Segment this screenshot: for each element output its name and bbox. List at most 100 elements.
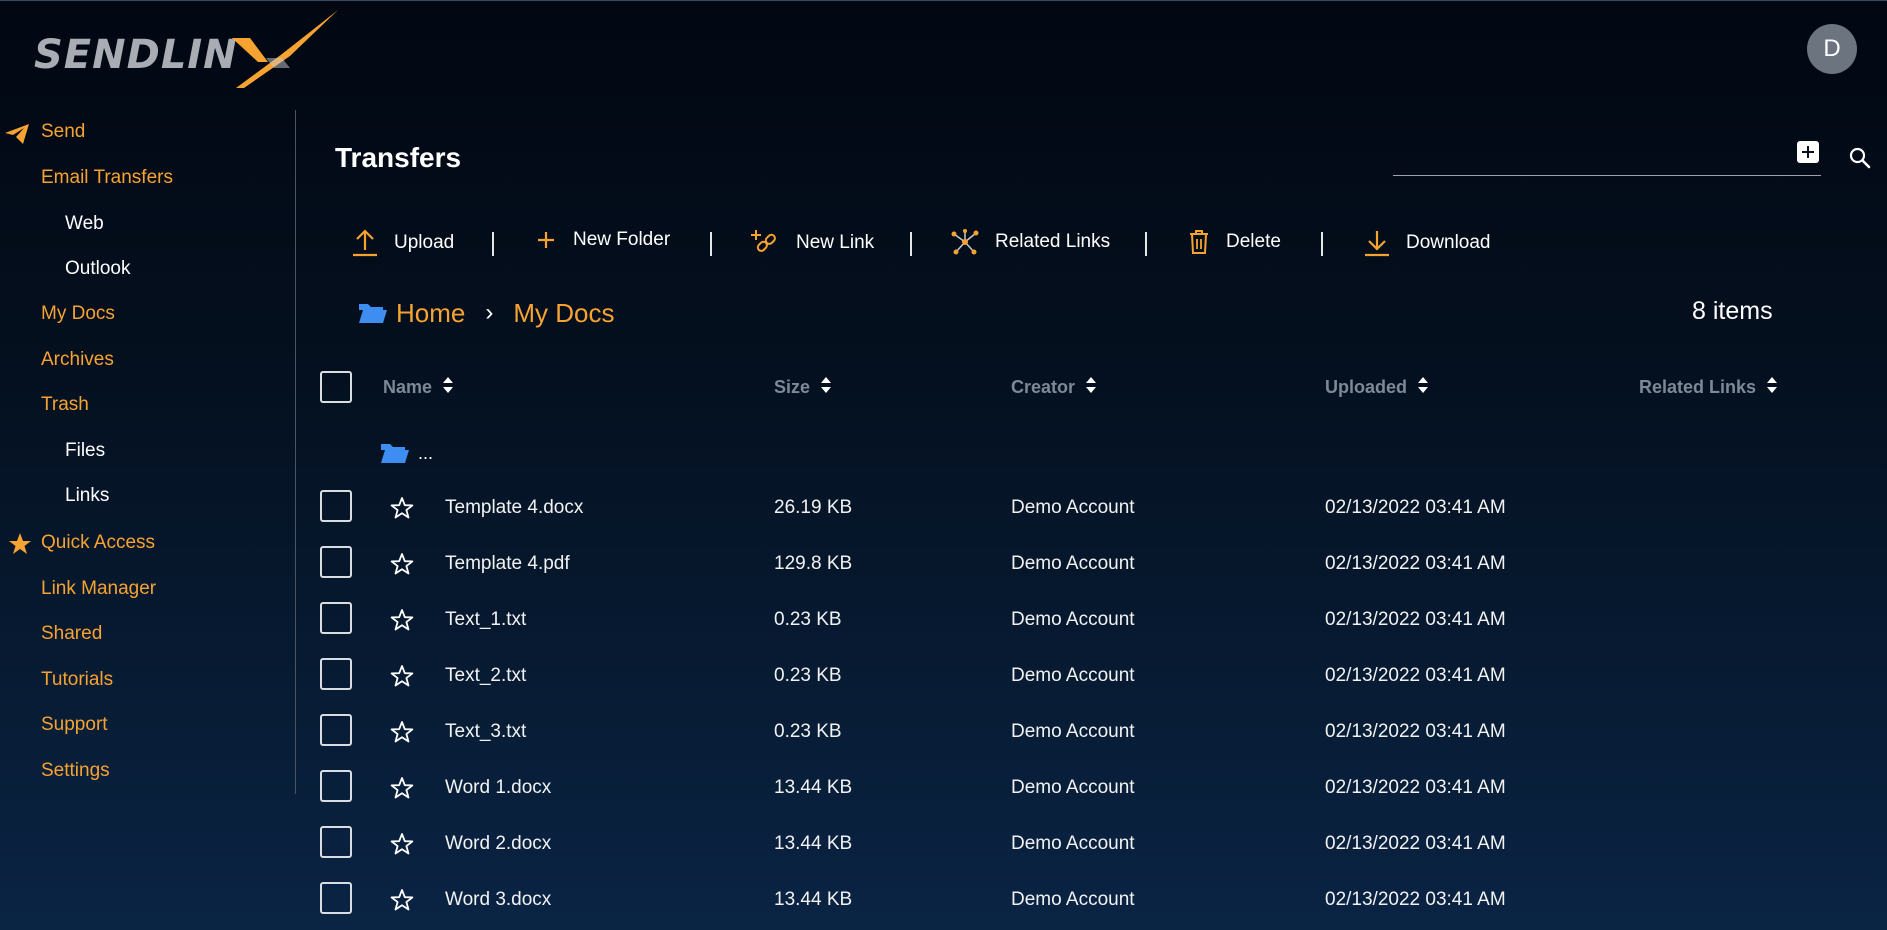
file-creator: Demo Account — [1011, 609, 1135, 630]
file-uploaded: 02/13/2022 03:41 AM — [1325, 721, 1506, 742]
search-input[interactable] — [1393, 175, 1821, 176]
file-name[interactable]: Template 4.docx — [445, 497, 583, 519]
file-size: 26.19 KB — [774, 497, 853, 518]
sidebar-item-label: Trash — [41, 394, 89, 415]
toolbar-separator — [1145, 232, 1147, 256]
file-size: 0.23 KB — [774, 665, 842, 686]
sidebar-item-trash[interactable]: Trash — [41, 394, 89, 416]
sidebar-item-web[interactable]: Web — [65, 213, 104, 235]
file-creator: Demo Account — [1011, 833, 1135, 854]
parent-folder-row[interactable]: ... — [380, 442, 433, 464]
sidebar-item-files[interactable]: Files — [65, 440, 105, 462]
star-outline-icon[interactable] — [390, 608, 414, 637]
logo-x-mark-icon — [232, 10, 338, 88]
network-icon — [951, 229, 979, 255]
file-uploaded: 02/13/2022 03:41 AM — [1325, 889, 1506, 910]
column-header-label: Creator — [1011, 377, 1076, 397]
sendlinx-logo[interactable]: SENDLIN — [34, 10, 338, 92]
toolbar-separator — [1321, 232, 1323, 256]
chevron-right-icon: › — [485, 299, 494, 326]
item-count: 8 items — [1692, 297, 1773, 325]
star-outline-icon[interactable] — [390, 664, 414, 693]
file-name[interactable]: Template 4.pdf — [445, 553, 570, 575]
file-uploaded: 02/13/2022 03:41 AM — [1325, 777, 1506, 798]
file-uploaded: 02/13/2022 03:41 AM — [1325, 609, 1506, 630]
star-outline-icon[interactable] — [390, 496, 414, 525]
file-size: 0.23 KB — [774, 721, 842, 742]
star-outline-icon[interactable] — [390, 888, 414, 917]
row-checkbox[interactable] — [320, 826, 352, 858]
sidebar-item-label: Send — [41, 121, 86, 142]
sidebar-item-email-transfers[interactable]: Email Transfers — [41, 167, 173, 189]
link-plus-icon — [751, 230, 776, 252]
row-checkbox[interactable] — [320, 602, 352, 634]
star-outline-icon[interactable] — [390, 832, 414, 861]
upload-label: Upload — [394, 232, 455, 253]
related-links-button[interactable]: Related Links — [950, 228, 1110, 256]
sidebar-item-send[interactable]: Send — [5, 121, 86, 144]
row-checkbox[interactable] — [320, 546, 352, 578]
breadcrumb-current[interactable]: My Docs — [513, 298, 614, 329]
new-link-button[interactable]: New Link — [749, 228, 874, 258]
file-name[interactable]: Word 3.docx — [445, 889, 551, 911]
new-link-label: New Link — [796, 232, 875, 253]
sidebar-item-label: Email Transfers — [41, 167, 173, 188]
sidebar-item-label: My Docs — [41, 303, 115, 324]
file-name[interactable]: Text_1.txt — [445, 609, 526, 631]
column-header-related-links[interactable]: Related Links — [1639, 376, 1778, 399]
logo-wordmark: SENDLIN — [34, 32, 238, 78]
table-row[interactable]: Template 4.pdf 129.8 KB Demo Account 02/… — [0, 546, 1887, 586]
table-row[interactable]: Text_3.txt 0.23 KB Demo Account 02/13/20… — [0, 714, 1887, 754]
file-creator: Demo Account — [1011, 665, 1135, 686]
related-links-label: Related Links — [995, 231, 1111, 252]
column-header-creator[interactable]: Creator — [1011, 376, 1097, 399]
star-outline-icon[interactable] — [390, 720, 414, 749]
search-icon[interactable] — [1848, 146, 1872, 175]
table-row[interactable]: Text_2.txt 0.23 KB Demo Account 02/13/20… — [0, 658, 1887, 698]
column-header-size[interactable]: Size — [774, 376, 832, 399]
star-outline-icon[interactable] — [390, 776, 414, 805]
sidebar-item-my-docs[interactable]: My Docs — [41, 303, 115, 325]
add-button[interactable] — [1797, 141, 1819, 163]
table-row[interactable]: Word 1.docx 13.44 KB Demo Account 02/13/… — [0, 770, 1887, 810]
file-name[interactable]: Word 2.docx — [445, 833, 551, 855]
trash-icon — [1190, 230, 1208, 254]
row-checkbox[interactable] — [320, 770, 352, 802]
sidebar-item-outlook[interactable]: Outlook — [65, 258, 130, 280]
row-checkbox[interactable] — [320, 714, 352, 746]
star-outline-icon[interactable] — [390, 552, 414, 581]
file-creator: Demo Account — [1011, 777, 1135, 798]
table-row[interactable]: Word 2.docx 13.44 KB Demo Account 02/13/… — [0, 826, 1887, 866]
plus-icon — [538, 232, 554, 248]
column-header-label: Uploaded — [1325, 377, 1408, 397]
column-header-uploaded[interactable]: Uploaded — [1325, 376, 1429, 399]
table-row[interactable]: Word 3.docx 13.44 KB Demo Account 02/13/… — [0, 882, 1887, 922]
row-checkbox[interactable] — [320, 658, 352, 690]
folder-open-icon — [381, 444, 409, 463]
column-header-label: Size — [774, 377, 811, 397]
column-header-name[interactable]: Name — [383, 376, 454, 399]
select-all-checkbox[interactable] — [320, 371, 352, 403]
upload-button[interactable]: Upload — [351, 228, 454, 258]
column-header-label: Name — [383, 377, 433, 397]
download-button[interactable]: Download — [1363, 228, 1491, 258]
delete-button[interactable]: Delete — [1187, 228, 1281, 256]
file-creator: Demo Account — [1011, 497, 1135, 518]
file-uploaded: 02/13/2022 03:41 AM — [1325, 833, 1506, 854]
paper-plane-icon — [4, 123, 30, 151]
user-avatar[interactable]: D — [1807, 24, 1857, 74]
row-checkbox[interactable] — [320, 882, 352, 914]
breadcrumb-home[interactable]: Home — [396, 298, 465, 329]
file-name[interactable]: Text_2.txt — [445, 665, 526, 687]
table-row[interactable]: Text_1.txt 0.23 KB Demo Account 02/13/20… — [0, 602, 1887, 642]
sort-icon — [820, 376, 832, 399]
file-name[interactable]: Text_3.txt — [445, 721, 526, 743]
file-name[interactable]: Word 1.docx — [445, 777, 551, 799]
row-checkbox[interactable] — [320, 490, 352, 522]
new-folder-button[interactable]: New Folder — [534, 228, 670, 252]
file-creator: Demo Account — [1011, 553, 1135, 574]
sidebar-item-archives[interactable]: Archives — [41, 349, 114, 371]
column-header-label: Related Links — [1639, 377, 1757, 397]
page-title: Transfers — [335, 142, 462, 173]
table-row[interactable]: Template 4.docx 26.19 KB Demo Account 02… — [0, 490, 1887, 530]
